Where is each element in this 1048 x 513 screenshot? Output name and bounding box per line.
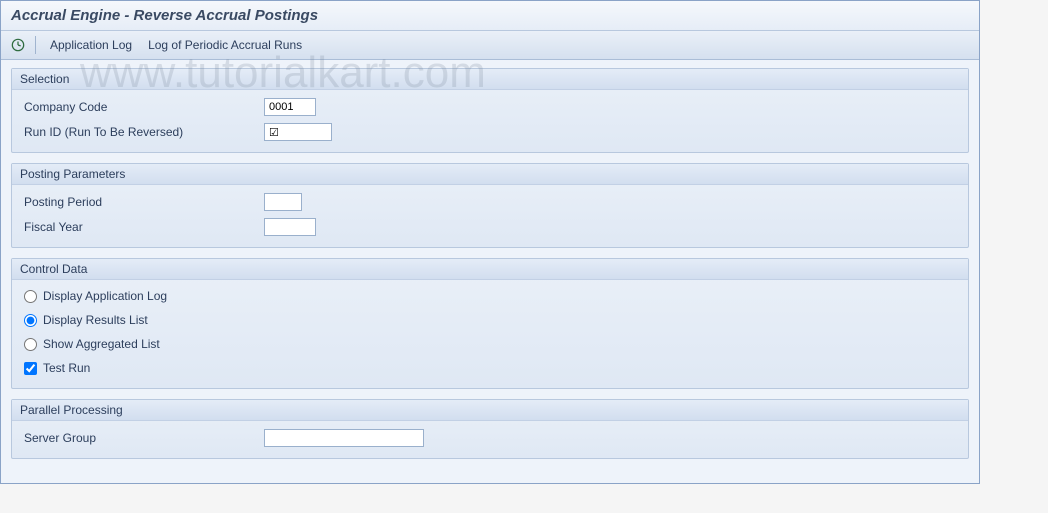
app-window: Accrual Engine - Reverse Accrual Posting… xyxy=(0,0,980,484)
execute-icon[interactable] xyxy=(9,36,27,54)
fiscal-year-label: Fiscal Year xyxy=(24,220,264,234)
run-id-label: Run ID (Run To Be Reversed) xyxy=(24,125,264,139)
posting-period-label: Posting Period xyxy=(24,195,264,209)
posting-period-input[interactable] xyxy=(264,193,302,211)
group-control-header: Control Data xyxy=(12,259,968,280)
group-parallel: Parallel Processing Server Group xyxy=(11,399,969,459)
company-code-input[interactable] xyxy=(264,98,316,116)
radio-display-results-label: Display Results List xyxy=(43,313,148,327)
fiscal-year-input[interactable] xyxy=(264,218,316,236)
checkbox-test-run-label: Test Run xyxy=(43,361,90,375)
group-parallel-header: Parallel Processing xyxy=(12,400,968,421)
group-control: Control Data Display Application Log Dis… xyxy=(11,258,969,389)
radio-display-app-log-label: Display Application Log xyxy=(43,289,167,303)
application-log-button[interactable]: Application Log xyxy=(44,35,138,55)
group-selection-header: Selection xyxy=(12,69,968,90)
radio-show-aggregated[interactable] xyxy=(24,338,37,351)
radio-display-results[interactable] xyxy=(24,314,37,327)
radio-show-aggregated-label: Show Aggregated List xyxy=(43,337,160,351)
run-id-input[interactable]: ☑ xyxy=(264,123,332,141)
group-posting: Posting Parameters Posting Period Fiscal… xyxy=(11,163,969,248)
server-group-input[interactable] xyxy=(264,429,424,447)
company-code-label: Company Code xyxy=(24,100,264,114)
title-bar: Accrual Engine - Reverse Accrual Posting… xyxy=(1,1,979,31)
group-posting-header: Posting Parameters xyxy=(12,164,968,185)
group-selection: Selection Company Code Run ID (Run To Be… xyxy=(11,68,969,153)
radio-display-app-log[interactable] xyxy=(24,290,37,303)
content-area: Selection Company Code Run ID (Run To Be… xyxy=(1,60,979,483)
page-title: Accrual Engine - Reverse Accrual Posting… xyxy=(11,7,969,24)
periodic-log-button[interactable]: Log of Periodic Accrual Runs xyxy=(142,35,308,55)
server-group-label: Server Group xyxy=(24,431,264,445)
checkbox-test-run[interactable] xyxy=(24,362,37,375)
toolbar: Application Log Log of Periodic Accrual … xyxy=(1,31,979,60)
toolbar-divider xyxy=(35,36,36,54)
